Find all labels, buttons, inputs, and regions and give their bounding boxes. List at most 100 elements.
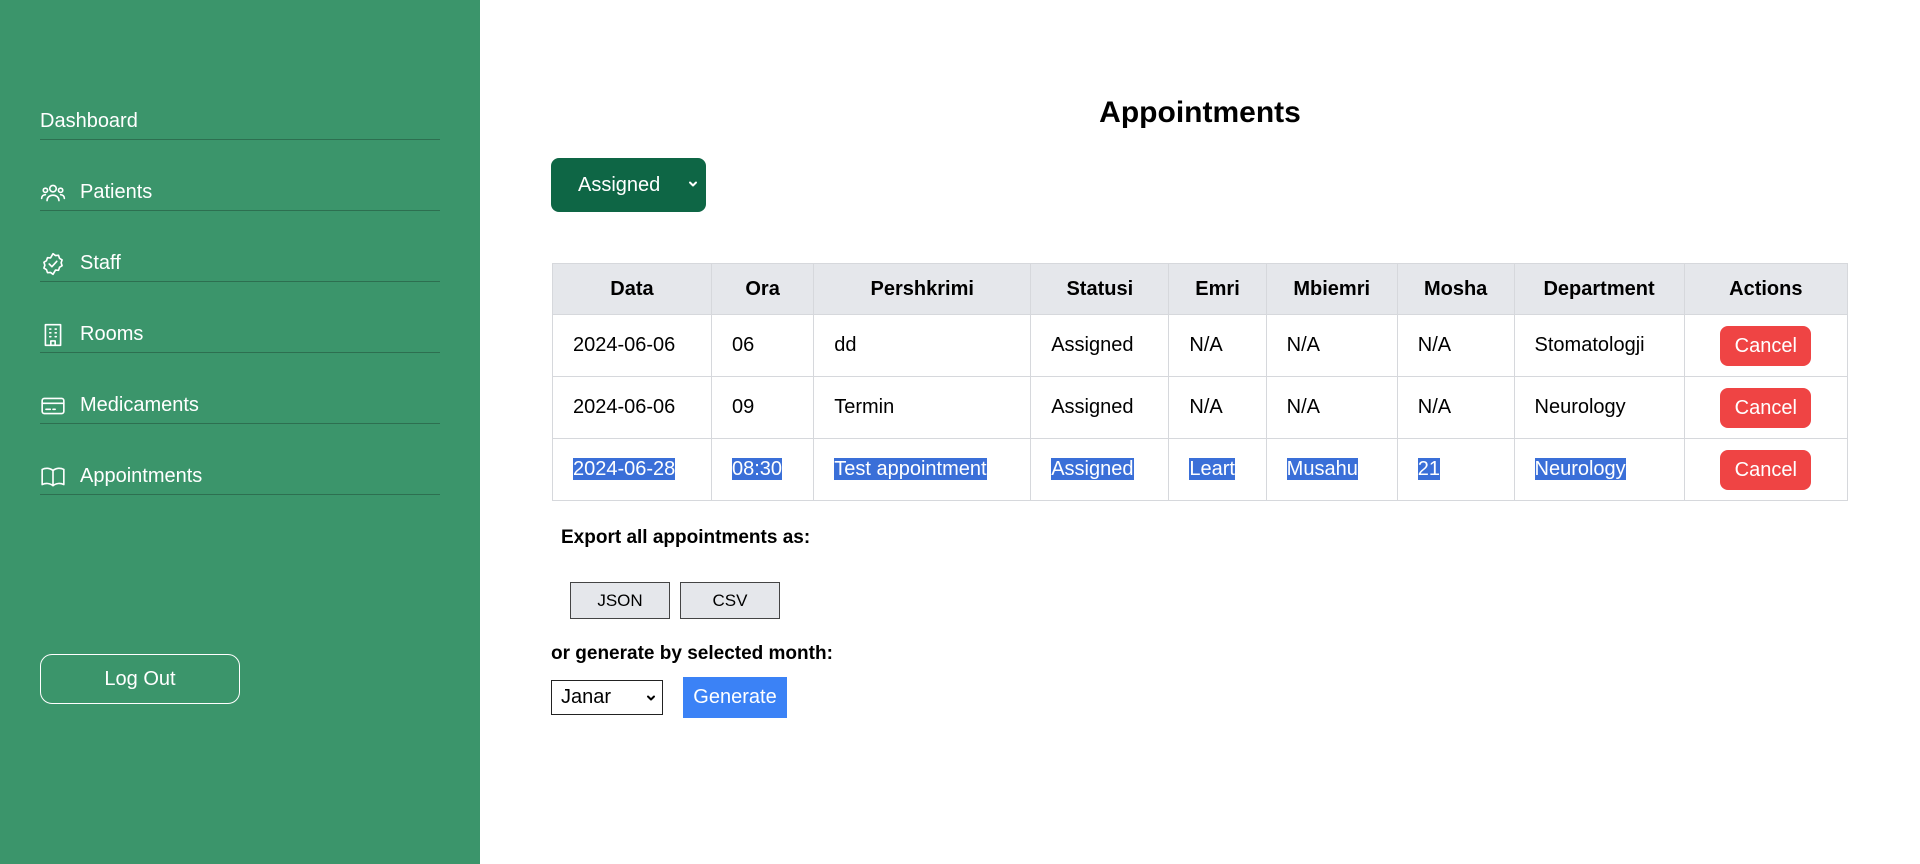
cell-statusi: Assigned	[1030, 438, 1170, 501]
generate-label: or generate by selected month:	[551, 643, 833, 664]
cell-statusi: Assigned	[1030, 376, 1170, 439]
cancel-button[interactable]: Cancel	[1720, 449, 1812, 490]
cell-data: 2024-06-28	[552, 438, 712, 501]
sidebar-item-medicaments[interactable]: Medicaments	[40, 388, 440, 424]
cell-text: 08:30	[731, 458, 783, 480]
cell-ora: 06	[710, 314, 815, 377]
table-row: 2024-06-28 08:30 Test appointment Assign…	[552, 438, 1849, 501]
sidebar-item-label: Dashboard	[40, 110, 138, 132]
sidebar-item-label: Medicaments	[80, 394, 199, 416]
cell-mbiemri: Musahu	[1265, 438, 1398, 501]
cell-text: 06	[731, 334, 755, 356]
cell-ora: 08:30	[710, 438, 815, 501]
cell-text: Neurology	[1534, 396, 1626, 418]
page-title: Appointments	[1099, 96, 1301, 129]
cell-text: 2024-06-06	[573, 334, 676, 356]
cell-text: N/A	[1286, 334, 1321, 356]
status-filter-value: Assigned	[578, 173, 661, 196]
export-json-button[interactable]: JSON	[570, 582, 670, 619]
badge-check-icon	[40, 251, 66, 277]
sidebar-item-dashboard[interactable]: Dashboard	[40, 104, 440, 140]
table-row: 2024-06-06 06 dd Assigned N/A N/A N/A St…	[552, 314, 1849, 377]
cell-mosha: N/A	[1396, 314, 1515, 377]
status-filter-select[interactable]: Assigned	[551, 158, 706, 212]
users-icon	[40, 180, 66, 206]
month-select[interactable]: Janar	[551, 680, 663, 715]
generate-button[interactable]: Generate	[683, 677, 787, 718]
cell-emri: N/A	[1168, 376, 1267, 439]
column-header: Data	[552, 263, 712, 315]
cell-department: Neurology	[1513, 438, 1685, 501]
column-header: Ora	[710, 263, 815, 315]
cell-text: Stomatologji	[1534, 334, 1645, 356]
column-header: Statusi	[1030, 263, 1170, 315]
sidebar-item-label: Rooms	[80, 323, 144, 345]
main-content: Appointments Assigned Data Ora Pershkrim…	[480, 0, 1920, 864]
cell-text: 2024-06-28	[573, 458, 676, 480]
cell-text: 09	[731, 396, 755, 418]
cell-text: Leart	[1189, 458, 1235, 480]
cell-actions: Cancel	[1683, 438, 1849, 501]
cell-text: N/A	[1189, 396, 1223, 418]
cell-ora: 09	[710, 376, 815, 439]
cell-pershkrimi: Test appointment	[813, 438, 1032, 501]
cell-text: Test appointment	[834, 458, 987, 480]
chevron-down-icon	[647, 695, 655, 701]
export-label: Export all appointments as:	[561, 527, 811, 548]
column-header: Department	[1513, 263, 1685, 315]
cell-text: N/A	[1417, 334, 1452, 356]
cell-pershkrimi: dd	[813, 314, 1032, 377]
cancel-button[interactable]: Cancel	[1720, 325, 1812, 366]
sidebar-item-label: Staff	[80, 252, 121, 274]
cell-mosha: 21	[1396, 438, 1515, 501]
sidebar-item-patients[interactable]: Patients	[40, 175, 440, 211]
cell-data: 2024-06-06	[552, 376, 712, 439]
book-open-icon	[40, 464, 66, 490]
cell-text: 21	[1417, 458, 1440, 480]
cell-text: dd	[834, 334, 857, 356]
logout-button[interactable]: Log Out	[40, 654, 240, 704]
sidebar-item-staff[interactable]: Staff	[40, 246, 440, 282]
cell-text: Assigned	[1051, 458, 1134, 480]
cell-mbiemri: N/A	[1265, 314, 1398, 377]
column-header: Pershkrimi	[813, 263, 1032, 315]
app: Dashboard Patients Staff Rooms Medicamen…	[0, 0, 1920, 864]
table-row: 2024-06-06 09 Termin Assigned N/A N/A N/…	[552, 376, 1849, 439]
cell-text: Assigned	[1051, 334, 1134, 356]
column-header: Emri	[1168, 263, 1267, 315]
cell-text: N/A	[1286, 396, 1321, 418]
cell-mosha: N/A	[1396, 376, 1515, 439]
cell-text: 2024-06-06	[573, 396, 676, 418]
cell-emri: Leart	[1168, 438, 1267, 501]
sidebar-nav: Dashboard Patients Staff Rooms Medicamen…	[40, 104, 440, 530]
chevron-down-icon	[689, 181, 697, 187]
cell-emri: N/A	[1168, 314, 1267, 377]
sidebar-item-appointments[interactable]: Appointments	[40, 459, 440, 495]
appointments-table: Data Ora Pershkrimi Statusi Emri Mbiemri…	[552, 263, 1849, 501]
cancel-button[interactable]: Cancel	[1720, 387, 1812, 428]
cell-statusi: Assigned	[1030, 314, 1170, 377]
cell-actions: Cancel	[1683, 314, 1849, 377]
building-icon	[40, 322, 66, 348]
cell-pershkrimi: Termin	[813, 376, 1032, 439]
column-header: Actions	[1683, 263, 1849, 315]
sidebar: Dashboard Patients Staff Rooms Medicamen…	[0, 0, 480, 864]
cell-text: Termin	[834, 396, 895, 418]
cell-text: Musahu	[1286, 458, 1358, 480]
cell-text: N/A	[1417, 396, 1452, 418]
month-select-value: Janar	[561, 686, 612, 708]
credit-card-icon	[40, 393, 66, 419]
column-header: Mosha	[1396, 263, 1515, 315]
cell-mbiemri: N/A	[1265, 376, 1398, 439]
export-csv-button[interactable]: CSV	[680, 582, 780, 619]
sidebar-item-rooms[interactable]: Rooms	[40, 317, 440, 353]
sidebar-item-label: Appointments	[80, 465, 203, 487]
cell-text: Neurology	[1534, 458, 1626, 480]
cell-data: 2024-06-06	[552, 314, 712, 377]
cell-actions: Cancel	[1683, 376, 1849, 439]
cell-text: N/A	[1189, 334, 1223, 356]
export-buttons: JSON CSV	[570, 582, 780, 619]
cell-text: Assigned	[1051, 396, 1134, 418]
cell-department: Neurology	[1513, 376, 1685, 439]
sidebar-item-label: Patients	[80, 181, 153, 203]
